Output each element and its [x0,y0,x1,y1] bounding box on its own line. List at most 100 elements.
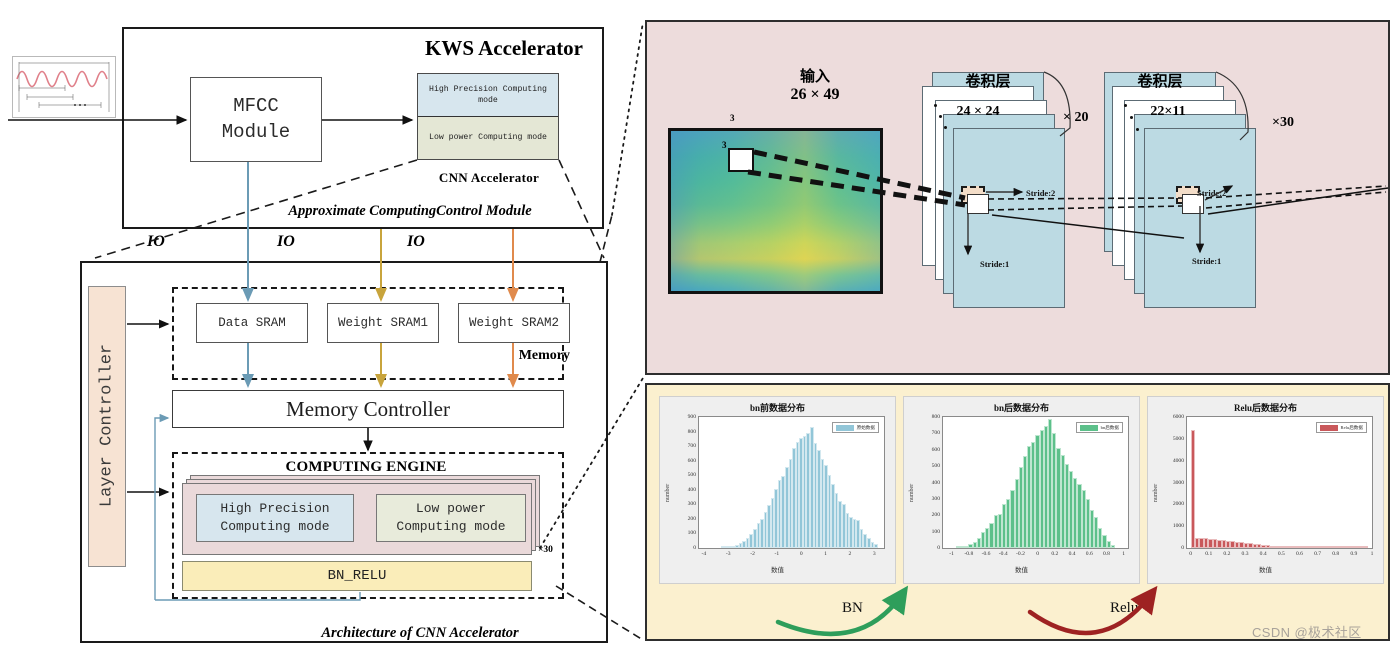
io-label-2: IO [277,233,295,250]
cnn-accelerator-caption: CNN Accelerator [438,170,540,185]
y-axis-tick: 0 [1181,545,1184,551]
conv1-stride-horizontal-label: Stride:2 [1026,188,1056,198]
chart-bn-after-title: bn后数据分布 [993,403,1049,413]
x-axis-tick: 1 [1370,551,1374,557]
x-axis-tick: 3 [872,551,876,557]
x-axis-tick: -1 [949,551,954,557]
conv2-title: 卷积层 [1137,74,1183,90]
x-axis-tick: 0.6 [1295,551,1303,557]
conv1-dot-3 [944,126,947,129]
input-depth-top-label: 3 [730,113,735,123]
x-axis-tick: 0.3 [1241,551,1249,557]
legend-swatch [1079,424,1098,431]
engine-hp-line2: Computing mode [220,519,330,534]
layer-controller-label: Layer Controller [97,343,117,507]
input-kernel-window [728,148,754,172]
x-axis-tick: -4 [701,551,707,557]
y-axis-tick: 500 [931,463,940,470]
audio-waveform-framing-icon [12,56,116,118]
input-depth-inner-label: 3 [722,140,727,150]
data-sram-block: Data SRAM [196,303,308,343]
input-title: 输入 [799,69,830,85]
approximate-computing-control-module-caption: Approximate ComputingControl Module [288,203,532,219]
conv2-dims: 22×11 [1150,104,1186,119]
x-axis-tick: -1 [774,551,780,557]
conv1-dot-2 [939,115,942,118]
conv2-stride-vertical-label: Stride:1 [1192,256,1222,266]
x-axis-tick: 0 [799,551,803,557]
conv1-stride-vertical-label: Stride:1 [980,259,1010,269]
y-axis-tick: 600 [687,457,696,464]
x-axis-tick: -2 [750,551,755,557]
chart-bn-after: bn后数据分布 number 数值 bn后数据 -1 -0.8 -0.6 -0.4 -0… [903,396,1140,584]
x-axis-tick: -0.8 [964,551,974,557]
x-axis-tick: -3 [725,551,731,557]
conv2-multiplier-label: ×30 [1272,115,1294,130]
engine-lp-line1: Low power [415,501,487,517]
x-axis-tick: 1 [824,551,827,557]
x-axis-tick: -0.2 [1016,551,1025,557]
conv1-title: 卷积层 [965,74,1011,90]
x-axis-tick: 0.8 [1102,551,1110,557]
histogram-bar [1363,546,1368,548]
y-axis-tick: 400 [687,486,696,493]
computing-engine-title: COMPUTING ENGINE [285,459,447,475]
x-axis-tick: 0.8 [1332,551,1340,557]
y-axis-tick: 0 [693,545,696,551]
chart-bn-after-plot: bn后数据 -1 -0.8 -0.6 -0.4 -0.2 0 0.2 0.4 0.6 0.8 1 0 1… [932,414,1129,557]
io-label-1: IO [147,233,165,250]
chart-relu-after-legend: Relu后数据 [1315,422,1367,433]
relu-transition-label: Relu [1110,600,1139,616]
io-label-3: IO [407,233,425,250]
y-axis-tick: 6000 [1172,414,1184,420]
engine-multiplier-label: ×30 [538,545,553,555]
x-axis-tick: -0.6 [981,551,991,557]
engine-high-precision-mode-block: High Precision Computing mode [196,494,354,542]
chart-bn-after-legend: bn后数据 [1075,422,1123,433]
conv2-dot-2 [1130,116,1133,119]
x-axis-tick: 1 [1122,551,1126,557]
y-axis-tick: 700 [687,443,696,450]
conv1-dot-1 [934,104,937,107]
y-axis-tick: 300 [931,495,940,502]
legend-label: Relu后数据 [1340,424,1363,430]
kws-accelerator-title: KWS Accelerator [424,36,584,60]
low-power-mode-label: Low power Computing mode [418,116,558,159]
conv2-dot-1 [1124,104,1127,107]
mfcc-label-line2: Module [221,120,291,143]
y-axis-tick: 2000 [1172,501,1184,508]
bn-relu-block: BN_RELU [182,561,532,591]
x-axis-tick: 0.4 [1068,551,1076,557]
legend-label: 原始数据 [856,424,875,430]
y-axis-tick: 400 [931,479,940,486]
x-axis-tick: 0.7 [1314,551,1322,557]
input-dims-label: 26 × 49 [790,86,840,103]
y-axis-tick: 200 [687,515,696,522]
mfcc-module-block: MFCC Module [190,77,322,162]
memory-group-label: Memory [518,348,570,363]
chart-bn-after-xlabel: 数值 [1015,567,1028,574]
x-axis-tick: 0 [1189,551,1193,557]
legend-label: bn后数据 [1100,424,1119,430]
y-axis-tick: 0 [937,545,940,551]
y-axis-tick: 1000 [1172,523,1184,530]
weight-sram1-block: Weight SRAM1 [327,303,439,343]
y-axis-tick: 100 [687,530,696,537]
chart-bn-before-plot: 原始数据 -4 -3 -2 -1 0 1 2 3 0 100 200 300 400 500 600 700 8… [688,414,885,557]
watermark: CSDN @极术社区 [1252,625,1362,640]
high-precision-mode-label: High Precision Computing mode [418,74,558,117]
x-axis-tick: 0.2 [1223,551,1231,557]
chart-relu-after-title: Relu后数据分布 [1233,403,1297,413]
memory-controller-block: Memory Controller [172,390,564,428]
histogram-bar [1190,430,1196,548]
legend-swatch [1319,424,1338,431]
x-axis-tick: 0.2 [1051,551,1059,557]
chart-bn-before-title: bn前数据分布 [749,403,805,413]
y-axis-tick: 3000 [1172,479,1184,486]
x-axis-tick: 0.5 [1277,551,1285,557]
y-axis-tick: 5000 [1172,435,1184,442]
chart-relu-after: Relu后数据分布 number 数值 Relu后数据 0 0.1 0.2 0.3 0.… [1147,396,1384,584]
chart-relu-after-ylabel: number [1153,483,1159,503]
x-axis-tick: 0.4 [1259,551,1267,557]
chart-bn-before-ylabel: number [665,483,671,503]
